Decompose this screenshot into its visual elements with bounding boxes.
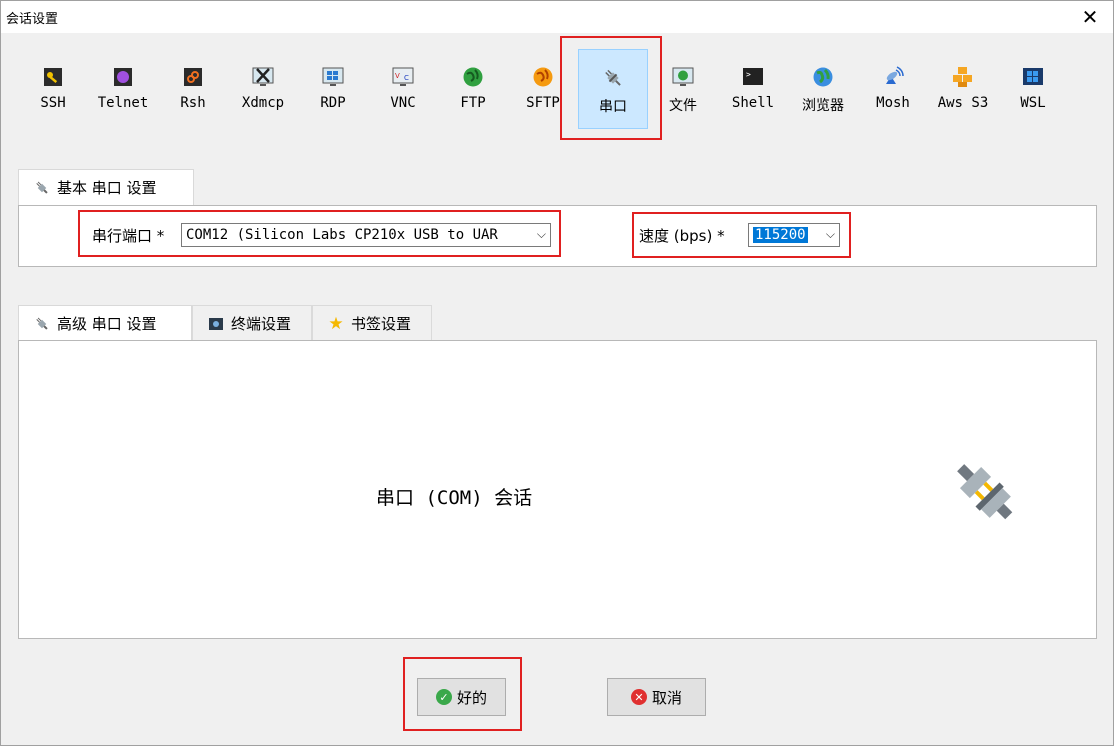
serial-port-value: COM12 (Silicon Labs CP210x USB to UAR — [186, 227, 498, 243]
mosh-satellite-icon — [882, 66, 904, 88]
protocol-label: WSL — [1020, 95, 1046, 111]
advanced-settings-panel — [18, 340, 1097, 639]
protocol-ftp[interactable]: FTP — [438, 49, 508, 129]
protocol-label: Shell — [731, 95, 775, 111]
rsh-icon — [182, 66, 204, 88]
window-title: 会话设置 — [6, 12, 59, 27]
key-icon — [42, 66, 64, 88]
protocol-label: Mosh — [876, 95, 910, 111]
tab-terminal-settings[interactable]: 终端设置 — [192, 305, 312, 341]
ftp-globe-icon — [462, 66, 484, 88]
svg-text:V: V — [395, 72, 400, 80]
tab-advanced-serial-settings[interactable]: 高级 串口 设置 — [18, 305, 192, 341]
star-icon: ★ — [328, 313, 344, 334]
plug-icon — [33, 179, 51, 197]
cancel-label: 取消 — [651, 688, 682, 707]
protocol-label: 文件 — [669, 98, 697, 114]
vnc-icon: VC — [392, 66, 414, 88]
plug-icon — [33, 315, 51, 333]
cancel-button[interactable]: ✕ 取消 — [607, 678, 706, 716]
protocol-vnc[interactable]: VC VNC — [368, 49, 438, 129]
telnet-icon — [112, 66, 134, 88]
protocol-label: RDP — [320, 95, 346, 111]
terminal-icon — [207, 315, 225, 333]
protocol-xdmcp[interactable]: Xdmcp — [228, 49, 298, 129]
svg-text:>: > — [746, 70, 751, 79]
protocol-telnet[interactable]: Telnet — [88, 49, 158, 129]
close-circle-icon: ✕ — [630, 689, 647, 705]
protocol-label: 串口 — [599, 99, 627, 115]
protocol-browser[interactable]: 浏览器 — [788, 49, 858, 129]
session-settings-window: 会话设置 ✕ SSH Telnet Rsh Xdmcp RDP V C VNC … — [0, 0, 1114, 746]
ok-label: 好的 — [456, 688, 487, 707]
protocol-label: Aws S3 — [937, 95, 989, 111]
protocol-aws-s3[interactable]: Aws S3 — [928, 49, 998, 129]
protocol-shell[interactable]: > Shell — [718, 49, 788, 129]
protocol-rdp[interactable]: RDP — [298, 49, 368, 129]
speed-label: 速度 (bps) * — [639, 227, 725, 245]
serial-port-label: 串行端口 * — [92, 227, 165, 245]
protocol-label: Xdmcp — [241, 95, 285, 111]
protocol-serial[interactable]: 串口 — [578, 49, 648, 129]
protocol-label: Telnet — [97, 95, 149, 111]
speed-value: 115200 — [753, 227, 808, 243]
serial-plug-icon — [602, 67, 624, 89]
shell-terminal-icon: > — [742, 66, 764, 88]
protocol-ssh[interactable]: SSH — [18, 49, 88, 129]
session-type-label: 串口 (COM) 会话 — [376, 487, 533, 509]
rdp-icon — [322, 66, 344, 88]
tab-label: 书签设置 — [351, 315, 412, 333]
xdmcp-icon — [252, 66, 274, 88]
protocol-toolbar: SSH Telnet Rsh Xdmcp RDP V C VNC FTP SFT… — [18, 49, 1098, 129]
protocol-label: VNC — [390, 95, 416, 111]
check-icon: ✓ — [435, 689, 452, 705]
serial-plug-icon — [949, 456, 1019, 530]
protocol-file[interactable]: 文件 — [648, 49, 718, 129]
chevron-down-icon: ⌵ — [536, 227, 546, 241]
ok-button[interactable]: ✓ 好的 — [417, 678, 506, 716]
serial-port-select[interactable]: COM12 (Silicon Labs CP210x USB to UAR ⌵ — [181, 223, 551, 247]
protocol-label: SSH — [40, 95, 66, 111]
protocol-rsh[interactable]: Rsh — [158, 49, 228, 129]
tab-label: 高级 串口 设置 — [57, 315, 157, 333]
windows-icon — [1022, 66, 1044, 88]
protocol-label: SFTP — [526, 95, 560, 111]
protocol-mosh[interactable]: Mosh — [858, 49, 928, 129]
protocol-sftp[interactable]: SFTP — [508, 49, 578, 129]
tab-bookmark-settings[interactable]: ★ 书签设置 — [312, 305, 432, 341]
sftp-globe-icon — [532, 66, 554, 88]
chevron-down-icon: ⌵ — [825, 227, 835, 241]
file-monitor-icon — [672, 66, 694, 88]
close-button[interactable]: ✕ — [1067, 1, 1113, 33]
speed-select[interactable]: 115200 ⌵ — [748, 223, 840, 247]
tab-basic-serial-settings[interactable]: 基本 串口 设置 — [18, 169, 194, 205]
aws-cubes-icon — [952, 66, 974, 88]
tab-label: 终端设置 — [231, 315, 292, 333]
protocol-label: Rsh — [180, 95, 206, 111]
browser-globe-icon — [812, 66, 834, 88]
protocol-label: 浏览器 — [802, 98, 844, 114]
tab-label: 基本 串口 设置 — [57, 179, 157, 197]
protocol-wsl[interactable]: WSL — [998, 49, 1068, 129]
title-bar: 会话设置 ✕ — [1, 1, 1113, 33]
protocol-label: FTP — [460, 95, 486, 111]
basic-settings-panel: 串行端口 * COM12 (Silicon Labs CP210x USB to… — [18, 205, 1097, 267]
svg-text:C: C — [404, 74, 409, 82]
